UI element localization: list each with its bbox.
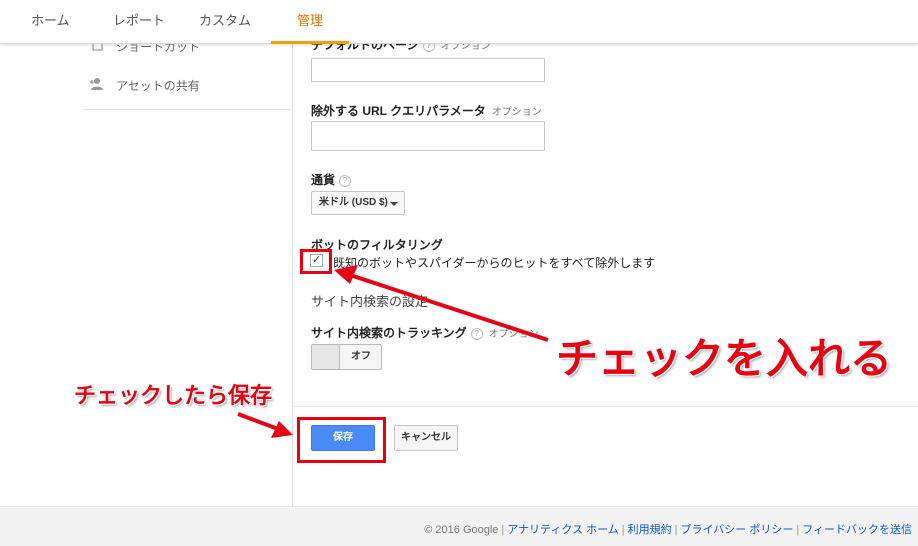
footer-links: © 2016 Google | アナリティクス ホーム | 利用規約 | プライバシー ポリ…: [424, 524, 912, 536]
currency-select[interactable]: 米ドル (USD $): [311, 191, 405, 215]
toggle-state: オフ: [351, 351, 371, 362]
left-sidebar: ショートカット アセットの共有: [0, 38, 293, 506]
footer: © 2016 Google | アナリティクス ホーム | 利用規約 | プライバシー ポリ…: [0, 506, 918, 546]
footer-link-terms[interactable]: 利用規約: [628, 524, 672, 536]
site-search-tracking-label: サイト内検索のトラッキング? オプション: [311, 326, 539, 340]
site-search-section-title: サイト内検索の設定: [311, 294, 429, 309]
site-search-toggle[interactable]: オフ: [311, 344, 382, 370]
tab-reports[interactable]: レポート: [113, 0, 165, 44]
footer-link-analytics-home[interactable]: アナリティクス ホーム: [507, 524, 619, 536]
check-instruction-annotation: チェックを入れる: [556, 335, 893, 382]
copyright: © 2016 Google: [424, 524, 499, 536]
default-page-input[interactable]: [311, 58, 545, 82]
tab-home[interactable]: ホーム: [31, 0, 70, 44]
divider: [293, 406, 918, 407]
sidebar-item-label: アセットの共有: [116, 79, 200, 93]
property-settings-form: デフォルトのページ? オプション 除外する URL クエリパラメータ オプション 通…: [293, 38, 918, 506]
chevron-down-icon: [390, 202, 398, 206]
exclude-params-label: 除外する URL クエリパラメータ オプション: [311, 104, 542, 118]
checkbox-highlight-box: [300, 249, 332, 274]
footer-link-feedback[interactable]: フィードバックを送信: [802, 524, 912, 536]
exclude-params-textarea[interactable]: [311, 121, 545, 151]
tab-admin[interactable]: 管理: [271, 0, 349, 44]
sidebar-divider: [84, 109, 291, 110]
footer-link-privacy[interactable]: プライバシー ポリシー: [681, 524, 794, 536]
top-navigation: ホーム レポート カスタム 管理: [0, 0, 918, 44]
cancel-button[interactable]: キャンセル: [394, 425, 458, 451]
tab-custom[interactable]: カスタム: [199, 0, 251, 44]
help-icon[interactable]: ?: [339, 174, 352, 187]
save-instruction-annotation: チェックしたら保存: [74, 383, 273, 408]
bot-filtering-checkbox-label: 既知のボットやスパイダーからのヒットをすべて除外します: [333, 256, 656, 270]
save-highlight-box: [297, 417, 386, 463]
toggle-knob: [312, 345, 340, 369]
person-add-icon: [90, 78, 103, 90]
help-icon[interactable]: ?: [470, 327, 483, 340]
currency-label: 通貨?: [311, 171, 352, 188]
